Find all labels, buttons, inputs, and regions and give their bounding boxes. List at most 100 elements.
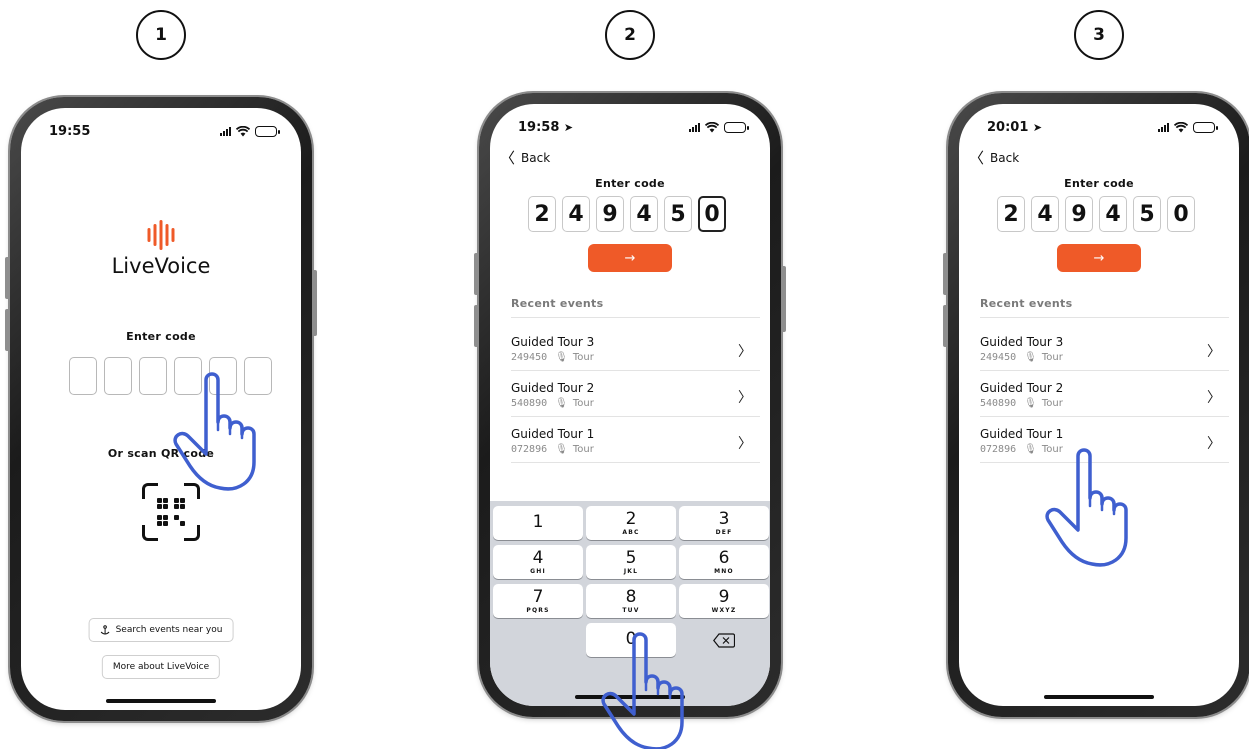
- code-digit[interactable]: 9: [596, 196, 624, 232]
- status-time: 19:58: [518, 119, 560, 135]
- battery-icon: [724, 121, 749, 133]
- home-indicator: [1044, 695, 1154, 699]
- event-code: 249450: [980, 352, 1017, 363]
- chevron-right-icon: 〉: [1207, 390, 1221, 406]
- back-label: Back: [990, 150, 1020, 165]
- chevron-right-icon: 〉: [738, 436, 752, 452]
- status-time: 19:55: [49, 123, 91, 139]
- wifi-icon: [705, 121, 719, 132]
- code-digit[interactable]: 5: [664, 196, 692, 232]
- backspace-icon: [713, 632, 735, 648]
- key-7[interactable]: 7 PQRS: [493, 584, 583, 618]
- event-name: Guided Tour 1: [511, 427, 595, 441]
- wifi-icon: [236, 125, 250, 136]
- key-6[interactable]: 6 MNO: [679, 545, 769, 579]
- signal-icon: [220, 126, 231, 136]
- chevron-left-icon: 〈: [969, 149, 985, 167]
- code-digit-box[interactable]: [174, 357, 202, 395]
- screen-home: 19:55 LiveVoice Enter code Or scan QR co…: [21, 108, 301, 710]
- chevron-right-icon: 〉: [1207, 436, 1221, 452]
- more-about-label: More about LiveVoice: [112, 662, 210, 672]
- signal-icon: [689, 122, 700, 132]
- key-4[interactable]: 4 GHI: [493, 545, 583, 579]
- enter-code-label: Enter code: [126, 330, 196, 343]
- code-digit[interactable]: 4: [630, 196, 658, 232]
- arrow-right-icon: →: [624, 250, 636, 266]
- wifi-icon: [1174, 121, 1188, 132]
- event-name: Guided Tour 2: [980, 381, 1064, 395]
- home-indicator: [106, 699, 216, 703]
- status-bar: 20:01 ➤: [987, 118, 1218, 136]
- code-digit[interactable]: 0: [1167, 196, 1195, 232]
- step-number-2: 2: [605, 10, 655, 60]
- event-type: Tour: [572, 398, 594, 409]
- event-row[interactable]: Guided Tour 1 072896 🎙 Tour 〉: [511, 422, 760, 466]
- key-1[interactable]: 1: [493, 506, 583, 540]
- event-type: Tour: [1041, 352, 1063, 363]
- back-button[interactable]: 〈 Back: [500, 147, 550, 168]
- status-bar: 19:58 ➤: [518, 118, 749, 136]
- key-5[interactable]: 5 JKL: [586, 545, 676, 579]
- code-digit[interactable]: 4: [1031, 196, 1059, 232]
- step-number-3: 3: [1074, 10, 1124, 60]
- microphone-icon: 🎙: [1024, 352, 1037, 363]
- code-digit[interactable]: 2: [528, 196, 556, 232]
- key-0[interactable]: 0: [586, 623, 676, 657]
- search-events-button[interactable]: Search events near you: [88, 618, 234, 642]
- event-name: Guided Tour 3: [511, 335, 595, 349]
- key-3[interactable]: 3 DEF: [679, 506, 769, 540]
- event-name: Guided Tour 3: [980, 335, 1064, 349]
- submit-code-button[interactable]: →: [588, 244, 672, 272]
- event-row[interactable]: Guided Tour 3 249450 🎙 Tour 〉: [980, 330, 1229, 374]
- key-8[interactable]: 8 TUV: [586, 584, 676, 618]
- event-row[interactable]: Guided Tour 2 540890 🎙 Tour 〉: [980, 376, 1229, 420]
- screen-recent-events: 20:01 ➤ 〈 Back Enter code 2 4 9 4 5 0 → …: [959, 104, 1239, 706]
- event-row[interactable]: Guided Tour 1 072896 🎙 Tour 〉: [980, 422, 1229, 466]
- status-time: 20:01: [987, 119, 1029, 135]
- arrow-right-icon: →: [1093, 250, 1105, 266]
- code-digit[interactable]: 4: [1099, 196, 1127, 232]
- event-row[interactable]: Guided Tour 3 249450 🎙 Tour 〉: [511, 330, 760, 374]
- microphone-icon: 🎙: [555, 398, 568, 409]
- enter-code-label: Enter code: [595, 177, 665, 190]
- microphone-icon: 🎙: [555, 352, 568, 363]
- submit-code-button[interactable]: →: [1057, 244, 1141, 272]
- code-digit[interactable]: 2: [997, 196, 1025, 232]
- more-about-button[interactable]: More about LiveVoice: [101, 655, 221, 679]
- code-input-group[interactable]: 2 4 9 4 5 0: [528, 196, 726, 232]
- code-digit[interactable]: 4: [562, 196, 590, 232]
- code-digit-box[interactable]: [244, 357, 272, 395]
- status-bar: 19:55: [49, 122, 280, 140]
- phone-frame-2: 19:58 ➤ 〈 Back Enter code 2 4 9 4 5 0 → …: [474, 93, 786, 717]
- anchor-location-icon: [100, 624, 110, 634]
- code-input-group[interactable]: 2 4 9 4 5 0: [997, 196, 1195, 232]
- event-row[interactable]: Guided Tour 2 540890 🎙 Tour 〉: [511, 376, 760, 420]
- key-9[interactable]: 9 WXYZ: [679, 584, 769, 618]
- code-digit[interactable]: 9: [1065, 196, 1093, 232]
- back-label: Back: [521, 150, 551, 165]
- backspace-key[interactable]: [679, 623, 769, 657]
- phone-frame-3: 20:01 ➤ 〈 Back Enter code 2 4 9 4 5 0 → …: [943, 93, 1249, 717]
- code-digit-box[interactable]: [104, 357, 132, 395]
- home-indicator: [575, 695, 685, 699]
- event-code: 540890: [980, 398, 1017, 409]
- code-digit-active[interactable]: 0: [698, 196, 726, 232]
- code-input-group[interactable]: [69, 357, 272, 395]
- code-digit-box[interactable]: [139, 357, 167, 395]
- code-digit-box[interactable]: [69, 357, 97, 395]
- event-code: 072896: [511, 444, 548, 455]
- key-2[interactable]: 2 ABC: [586, 506, 676, 540]
- back-button[interactable]: 〈 Back: [969, 147, 1019, 168]
- brand-name: LiveVoice: [111, 254, 211, 278]
- chevron-right-icon: 〉: [738, 390, 752, 406]
- microphone-icon: 🎙: [1024, 444, 1037, 455]
- numeric-keypad: 1 2 ABC 3 DEF 4 GHI 5 JKL 6 MNO 7 PQRS 8 TUV 9W…: [490, 501, 770, 706]
- chevron-right-icon: 〉: [1207, 344, 1221, 360]
- screen-enter-code: 19:58 ➤ 〈 Back Enter code 2 4 9 4 5 0 → …: [490, 104, 770, 706]
- battery-icon: [1193, 121, 1218, 133]
- qr-code-icon[interactable]: [142, 483, 200, 541]
- code-digit-box[interactable]: [209, 357, 237, 395]
- location-arrow-icon: ➤: [1032, 120, 1043, 134]
- code-digit[interactable]: 5: [1133, 196, 1161, 232]
- microphone-icon: 🎙: [1024, 398, 1037, 409]
